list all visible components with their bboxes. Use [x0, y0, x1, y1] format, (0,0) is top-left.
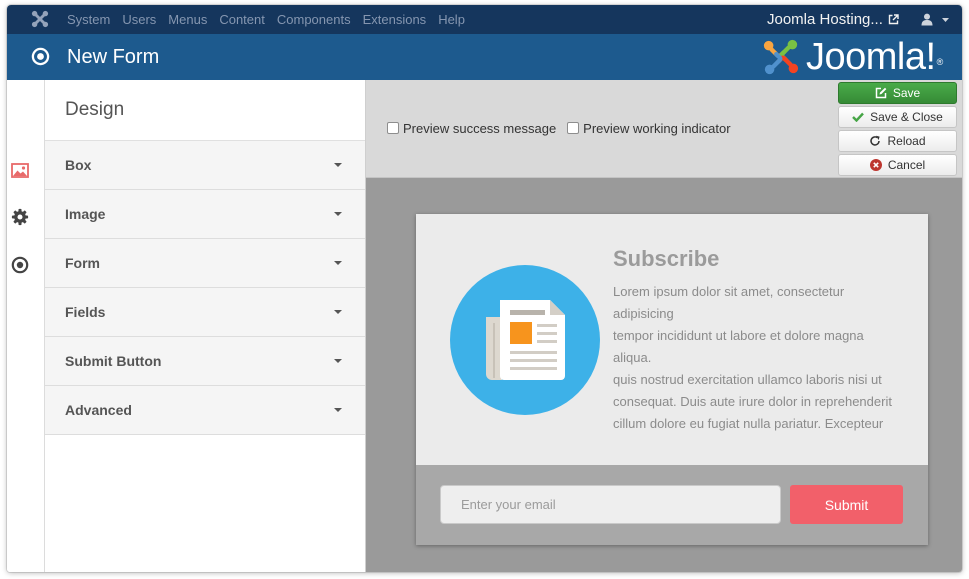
caret-down-icon [334, 310, 342, 314]
caret-down-icon [334, 359, 342, 363]
user-icon [921, 13, 933, 26]
design-panel: Design Box Image Form Fields Submit Butt… [45, 80, 366, 572]
description-line: adipisicing [613, 306, 674, 321]
section-label: Submit Button [65, 353, 162, 369]
main-menu: System Users Menus Content Components Ex… [67, 5, 465, 34]
target-icon [31, 47, 50, 66]
menu-item-content[interactable]: Content [219, 12, 265, 27]
description-line: tempor incididunt ut labore et dolore ma… [613, 328, 864, 343]
caret-down-icon [334, 408, 342, 412]
top-navbar: System Users Menus Content Components Ex… [7, 5, 962, 34]
preview-success-label[interactable]: Preview success message [403, 121, 556, 136]
cancel-label: Cancel [887, 158, 926, 172]
caret-down-icon [334, 261, 342, 265]
preview-stage: Subscribe Lorem ipsum dolor sit amet, co… [366, 178, 962, 572]
save-close-button[interactable]: Save & Close [838, 106, 957, 128]
edit-icon [875, 87, 887, 99]
joomla-icon[interactable] [31, 10, 49, 28]
subscribe-description: Lorem ipsum dolor sit amet, consectetur … [613, 281, 892, 435]
menu-item-components[interactable]: Components [277, 12, 351, 27]
menu-item-system[interactable]: System [67, 12, 110, 27]
section-advanced[interactable]: Advanced [45, 386, 365, 435]
caret-down-icon [942, 17, 949, 22]
reload-button[interactable]: Reload [838, 130, 957, 152]
save-label: Save [892, 86, 921, 100]
joomla-logo-icon [763, 39, 799, 75]
description-line: Lorem ipsum dolor sit amet, consectetur [613, 284, 845, 299]
save-button[interactable]: Save [838, 82, 957, 104]
email-field[interactable] [440, 485, 781, 524]
description-line: quis nostrud exercitation ullamco labori… [613, 372, 882, 387]
section-label: Advanced [65, 402, 132, 418]
option-success-message: Preview success message [387, 121, 556, 136]
logo-wordmark: Joomla! [806, 36, 936, 78]
sidebar-tabs [7, 80, 45, 572]
external-link-icon [888, 14, 899, 25]
image-icon [10, 162, 29, 178]
preview-working-checkbox[interactable] [567, 122, 580, 134]
subscribe-heading: Subscribe [613, 246, 720, 271]
toolbar: Preview success message Preview working … [366, 80, 962, 178]
menu-item-help[interactable]: Help [438, 12, 465, 27]
panel-title: Design [45, 80, 365, 141]
preview-success-checkbox[interactable] [387, 122, 399, 134]
tab-target[interactable] [10, 255, 29, 275]
registered-mark: ® [936, 57, 944, 67]
section-label: Box [65, 157, 92, 173]
gear-icon [11, 208, 28, 226]
action-buttons: Save Save & Close Reload Cancel [838, 82, 957, 178]
section-label: Image [65, 206, 106, 222]
caret-down-icon [334, 212, 342, 216]
app-window: System Users Menus Content Components Ex… [7, 5, 962, 572]
section-label: Fields [65, 304, 106, 320]
site-link-label: Joomla Hosting... [767, 11, 883, 28]
section-form[interactable]: Form [45, 239, 365, 288]
reload-label: Reload [887, 134, 926, 148]
reload-icon [870, 135, 881, 146]
target-icon [11, 256, 28, 274]
menu-item-users[interactable]: Users [122, 12, 156, 27]
description-line: consequat. Duis aute irure dolor in repr… [613, 394, 892, 409]
joomla-logo-text: Joomla!® [806, 37, 943, 77]
section-image[interactable]: Image [45, 190, 365, 239]
card-form-row: Submit [416, 465, 928, 545]
submit-button[interactable]: Submit [790, 485, 903, 524]
menu-item-menus[interactable]: Menus [168, 12, 207, 27]
newspaper-icon [486, 300, 565, 380]
preview-options: Preview success message Preview working … [387, 119, 742, 137]
preview-working-label[interactable]: Preview working indicator [583, 121, 730, 136]
joomla-logo: Joomla!® [762, 37, 943, 77]
tab-settings[interactable] [10, 207, 29, 227]
page-header: New Form Joomla!® [7, 34, 962, 80]
save-close-label: Save & Close [870, 110, 943, 124]
site-link[interactable]: Joomla Hosting... [767, 5, 899, 34]
section-fields[interactable]: Fields [45, 288, 365, 337]
tab-design[interactable] [10, 160, 29, 180]
description-line: cillum dolore eu fugiat nulla pariatur. … [613, 416, 884, 431]
cancel-button[interactable]: Cancel [838, 154, 957, 176]
user-menu[interactable] [921, 5, 949, 34]
option-working-indicator: Preview working indicator [567, 121, 731, 136]
section-submit-button[interactable]: Submit Button [45, 337, 365, 386]
page-title: New Form [67, 46, 160, 68]
caret-down-icon [334, 163, 342, 167]
menu-item-extensions[interactable]: Extensions [363, 12, 427, 27]
description-line: aliqua. [613, 350, 652, 365]
card-content: Subscribe Lorem ipsum dolor sit amet, co… [416, 214, 928, 465]
check-icon [852, 112, 865, 122]
section-label: Form [65, 255, 100, 271]
newspaper-badge [450, 265, 600, 415]
cancel-icon [869, 159, 882, 171]
form-preview-card: Subscribe Lorem ipsum dolor sit amet, co… [416, 214, 928, 545]
section-box[interactable]: Box [45, 141, 365, 190]
workspace: Preview success message Preview working … [366, 80, 962, 572]
